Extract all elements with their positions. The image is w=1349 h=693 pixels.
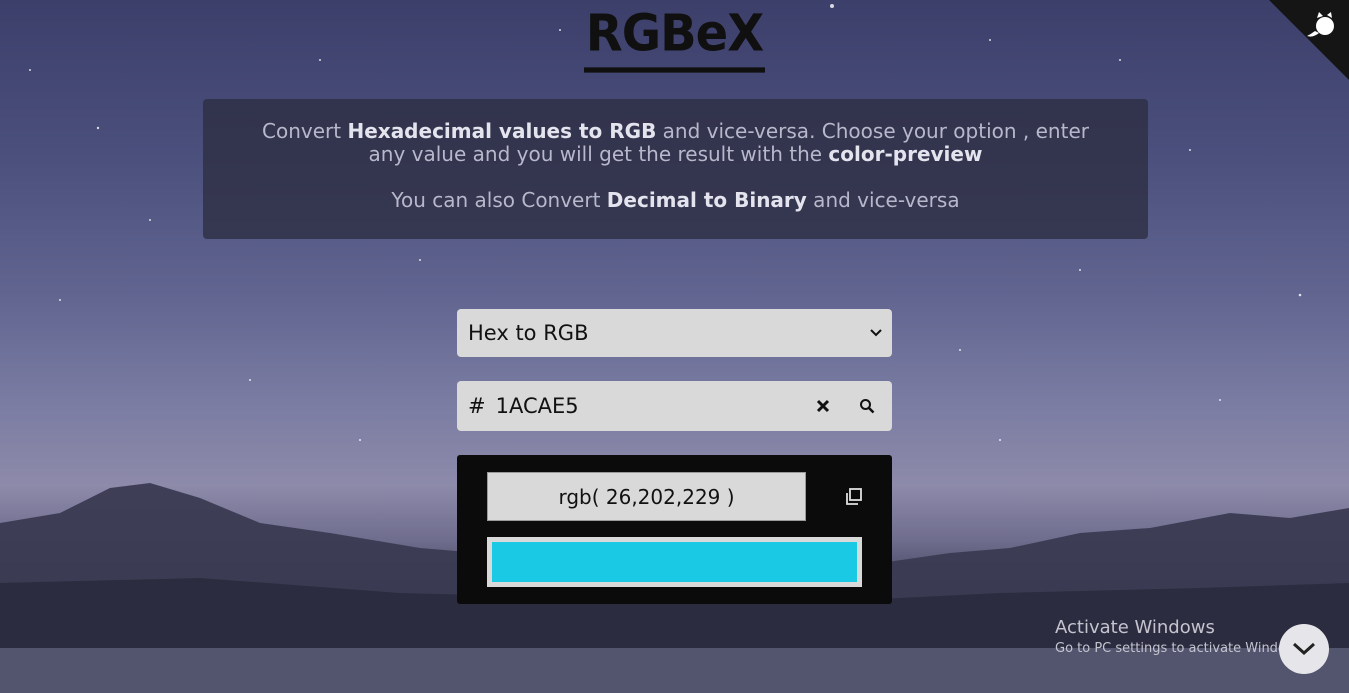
copy-icon[interactable] xyxy=(843,486,865,508)
github-corner-link[interactable] xyxy=(1269,0,1349,80)
color-preview-swatch xyxy=(492,542,857,582)
description-line-2: You can also Convert Decimal to Binary a… xyxy=(391,188,960,212)
hex-input-box[interactable]: # 1ACAE5 xyxy=(457,381,892,431)
hash-prefix: # xyxy=(468,394,486,418)
hex-input[interactable]: 1ACAE5 xyxy=(496,394,811,418)
watermark-subtitle: Go to PC settings to activate Windows. xyxy=(1055,641,1308,656)
result-panel: rgb( 26,202,229 ) xyxy=(457,455,892,604)
watermark-title: Activate Windows xyxy=(1055,617,1215,638)
activate-windows-watermark: Activate Windows Go to PC settings to ac… xyxy=(1055,617,1307,656)
app-title: RGBeX xyxy=(583,4,766,73)
conversion-mode-select[interactable]: Hex to RGB xyxy=(457,309,892,357)
scroll-down-button[interactable] xyxy=(1279,624,1329,674)
rgb-result-field[interactable]: rgb( 26,202,229 ) xyxy=(487,472,806,521)
chevron-down-icon xyxy=(870,329,882,337)
app-header: RGBeX xyxy=(0,4,1349,73)
chevron-down-icon xyxy=(1292,642,1316,656)
conversion-mode-value: Hex to RGB xyxy=(468,321,589,345)
description-panel: Convert Hexadecimal values to RGB and vi… xyxy=(203,99,1148,239)
clear-button[interactable] xyxy=(811,394,835,418)
color-preview xyxy=(487,537,862,587)
search-button[interactable] xyxy=(855,394,879,418)
search-icon xyxy=(860,399,875,414)
rgb-result-text: rgb( 26,202,229 ) xyxy=(558,484,735,509)
description-line-1: Convert Hexadecimal values to RGB and vi… xyxy=(262,119,1089,166)
close-icon xyxy=(816,399,830,413)
